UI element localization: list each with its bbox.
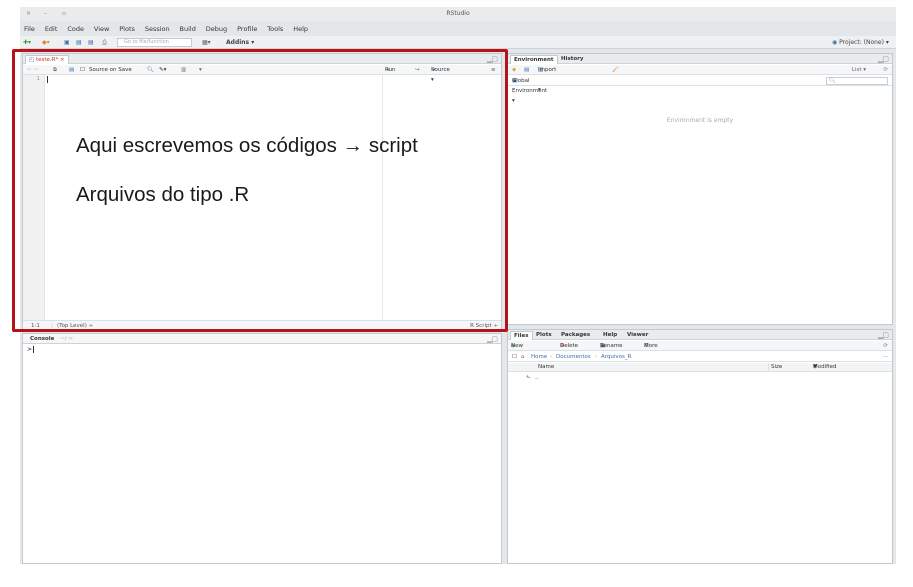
refresh-environment-icon[interactable]: ⟳ [883, 65, 888, 75]
menu-help[interactable]: Help [293, 25, 308, 33]
save-workspace-icon[interactable]: ▤ [524, 65, 529, 75]
breadcrumb-arquivos-r[interactable]: Arquivos_R [601, 352, 632, 362]
menu-tools[interactable]: Tools [267, 25, 283, 33]
tab-packages[interactable]: Packages [558, 331, 593, 340]
environment-tabstrip: Environment History ▁▢ [508, 54, 892, 64]
console-path[interactable]: ~/ ⇨ [57, 335, 76, 344]
new-project-icon[interactable]: ◆▾ [42, 38, 50, 47]
project-menu[interactable]: ◉ Project: (None) ▾ [832, 38, 889, 47]
breadcrumb-home[interactable]: Home [531, 352, 547, 362]
clear-workspace-icon[interactable]: 🖌︎ [612, 65, 619, 75]
tab-plots[interactable]: Plots [533, 331, 555, 340]
menu-code[interactable]: Code [67, 25, 84, 33]
load-workspace-icon[interactable]: ◈ [512, 65, 516, 75]
new-file-icon[interactable]: ✚▾ [23, 38, 31, 47]
source-highlight-box [12, 49, 508, 332]
addins-button[interactable]: Addins ▾ [226, 38, 254, 47]
column-size[interactable]: Size [768, 363, 782, 372]
title-bar: × – ▫ RStudio [20, 7, 896, 21]
environment-minimize-maximize-icon[interactable]: ▁▢ [878, 55, 889, 63]
project-icon: ◉ [832, 39, 838, 46]
breadcrumb-separator: › [550, 354, 553, 360]
menu-session[interactable]: Session [145, 25, 170, 33]
global-environment-label: Global Environment ▾ [512, 78, 548, 104]
console-minimize-maximize-icon[interactable]: ▁▢ [487, 335, 498, 343]
refresh-files-icon[interactable]: ⟳ [883, 341, 888, 351]
select-all-checkbox[interactable]: ☐ [512, 352, 517, 362]
print-icon[interactable]: ⎙ [102, 38, 107, 47]
menu-view[interactable]: View [94, 25, 109, 33]
save-all-icon[interactable]: ▤ [88, 38, 94, 47]
breadcrumb-documentos[interactable]: Documentos [556, 352, 591, 362]
column-name[interactable]: Name [538, 363, 554, 372]
environment-scope-bar: ▣ Global Environment ▾ 🔍︎ [508, 76, 892, 104]
menu-edit[interactable]: Edit [45, 25, 58, 33]
menu-build[interactable]: Build [180, 25, 196, 33]
console-prompt[interactable]: > [27, 346, 32, 353]
files-toolbar: ◈ New Folder ⊗ Delete ▣ Rename ⚙ More ▾ … [508, 341, 892, 359]
open-file-icon[interactable]: ▣ [64, 38, 70, 47]
menu-debug[interactable]: Debug [206, 25, 227, 33]
console-header: Console ~/ ⇨ ▁▢ [23, 334, 501, 344]
tab-viewer[interactable]: Viewer [624, 331, 651, 340]
list-view-selector[interactable]: List ▾ [852, 65, 866, 75]
files-breadcrumb: ☐ ⌂ Home › Documentos › Arquivos_R ⋯ [508, 352, 892, 362]
menu-file[interactable]: File [24, 25, 35, 33]
environment-toolbar: ◈ ▤ ▥ Import Dataset ▾ 🖌︎ List ▾ ⟳ [508, 65, 892, 93]
files-minimize-maximize-icon[interactable]: ▁▢ [878, 331, 889, 339]
console-title[interactable]: Console [27, 335, 57, 344]
window-title: RStudio [446, 10, 470, 17]
files-pane: Files Plots Packages Help Viewer ▁▢ ◈ Ne… [507, 329, 893, 564]
save-icon[interactable]: ▤ [76, 38, 82, 47]
menu-profile[interactable]: Profile [237, 25, 257, 33]
console-pane: Console ~/ ⇨ ▁▢ > [22, 333, 502, 564]
tab-environment[interactable]: Environment [510, 55, 558, 64]
breadcrumb-more-icon[interactable]: ⋯ [883, 352, 889, 362]
environment-empty-message: Environment is empty [666, 117, 734, 124]
menu-plots[interactable]: Plots [119, 25, 135, 33]
workspace-panes-icon[interactable]: ▦▾ [202, 38, 211, 47]
home-icon: ⌂ [521, 354, 525, 360]
tab-history[interactable]: History [558, 55, 586, 64]
tab-help[interactable]: Help [600, 331, 620, 340]
files-tabstrip: Files Plots Packages Help Viewer ▁▢ [508, 330, 892, 340]
column-modified-label: Modified [813, 364, 837, 370]
project-label: Project: (None) ▾ [839, 39, 889, 46]
parent-folder-link[interactable]: .. [535, 373, 539, 383]
console-cursor [33, 346, 34, 353]
rename-label: Rename [600, 343, 623, 349]
breadcrumb-separator: › [595, 354, 598, 360]
tab-files[interactable]: Files [510, 331, 533, 340]
goto-file-input[interactable]: Go to file/function [117, 38, 192, 47]
menu-bar: File Edit Code View Plots Session Build … [20, 25, 896, 35]
parent-folder-icon: ⬑ [526, 374, 532, 381]
environment-pane: Environment History ▁▢ ◈ ▤ ▥ Import Data… [507, 53, 893, 325]
files-table-header: Name Size ▼ Modified [508, 363, 892, 372]
main-toolbar: ✚▾ ◆▾ ▣ ▤ ▤ ⎙ Go to file/function ▦▾ Add… [20, 36, 896, 49]
delete-label: Delete [560, 343, 579, 349]
table-row[interactable]: ⬑ .. [508, 373, 892, 383]
environment-search-input[interactable]: 🔍︎ [826, 77, 888, 85]
